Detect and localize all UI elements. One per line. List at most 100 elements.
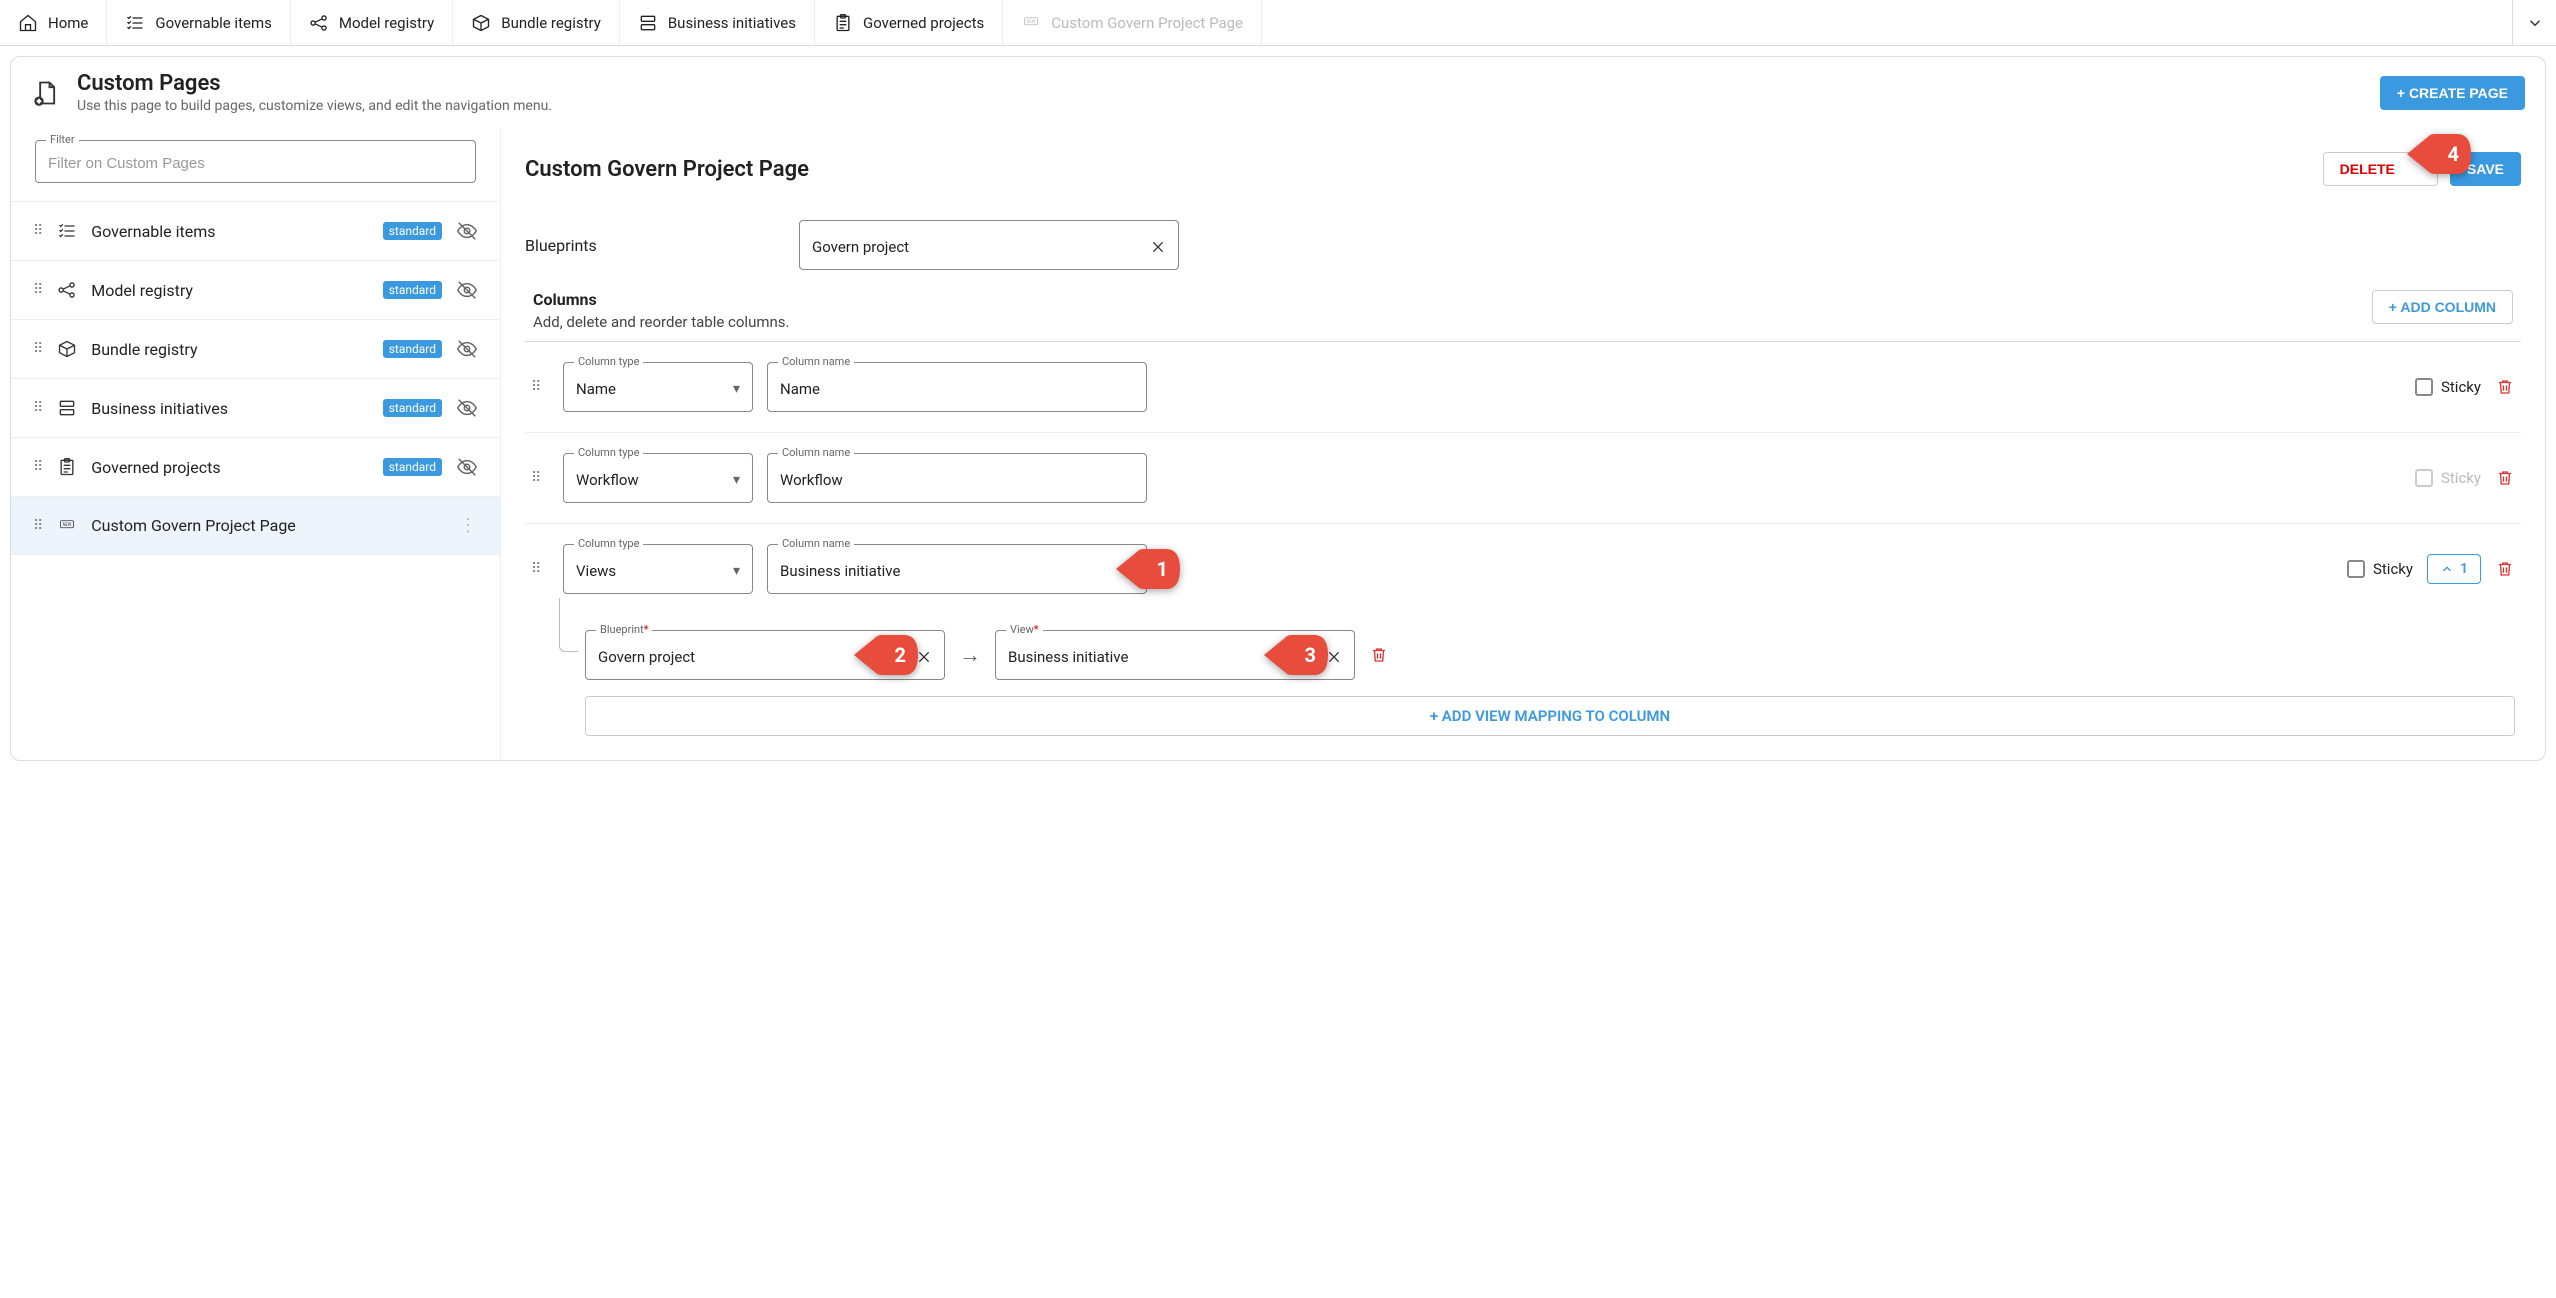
column-type-select[interactable]: Column type Name ▾	[563, 362, 753, 412]
blueprints-select[interactable]: Govern project	[799, 220, 1179, 270]
drag-handle-icon[interactable]: ⠿	[531, 470, 549, 486]
card-header: Custom Pages Use this page to build page…	[11, 57, 2545, 128]
rows-icon	[638, 13, 658, 33]
nav-governed-projects[interactable]: Governed projects	[815, 0, 1003, 45]
nodes-icon	[57, 280, 77, 300]
expand-toggle[interactable]: 1	[2427, 554, 2481, 584]
page-row-label: Custom Govern Project Page	[91, 516, 444, 535]
nav-model-registry[interactable]: Model registry	[291, 0, 453, 45]
page-row-custom-govern-project-page[interactable]: ⠿ NEW Custom Govern Project Page ⋮	[11, 497, 500, 555]
sticky-label: Sticky	[2441, 378, 2481, 396]
drag-handle-icon[interactable]: ⠿	[33, 282, 43, 298]
page-row-governable-items[interactable]: ⠿ Governable items standard	[11, 202, 500, 261]
page-row-label: Governed projects	[91, 458, 368, 477]
eye-off-icon[interactable]	[456, 338, 478, 360]
delete-column-icon[interactable]	[2495, 559, 2515, 579]
drag-handle-icon[interactable]: ⠿	[531, 561, 549, 577]
page-row-governed-projects[interactable]: ⠿ Governed projects standard	[11, 438, 500, 497]
list-check-icon	[125, 13, 145, 33]
nav-governable-items[interactable]: Governable items	[107, 0, 290, 45]
drag-handle-icon[interactable]: ⠿	[33, 518, 43, 534]
mapping-blueprint-select[interactable]: Blueprint* Govern project 2	[585, 630, 945, 680]
standard-badge: standard	[383, 340, 442, 358]
page-row-label: Bundle registry	[91, 340, 368, 359]
standard-badge: standard	[383, 399, 442, 417]
nav-label: Business initiatives	[668, 14, 796, 32]
add-column-button[interactable]: + ADD COLUMN	[2372, 290, 2513, 324]
page-row-label: Business initiatives	[91, 399, 368, 418]
delete-mapping-icon[interactable]	[1369, 645, 1389, 665]
mapping-view-select[interactable]: View* Business initiative 3	[995, 630, 1355, 680]
column-type-select[interactable]: Column type Workflow ▾	[563, 453, 753, 503]
nav-bundle-registry[interactable]: Bundle registry	[453, 0, 620, 45]
drag-handle-icon[interactable]: ⠿	[33, 341, 43, 357]
more-icon[interactable]: ⋮	[458, 515, 478, 536]
nav-label: Home	[48, 14, 88, 32]
pages-sidebar: Filter ⠿ Governable items standard	[11, 128, 501, 760]
eye-off-icon[interactable]	[456, 220, 478, 242]
column-name-input[interactable]: Column name Workflow	[767, 453, 1147, 503]
page-row-bundle-registry[interactable]: ⠿ Bundle registry standard	[11, 320, 500, 379]
page-row-label: Model registry	[91, 281, 368, 300]
columns-subtitle: Add, delete and reorder table columns.	[533, 313, 2372, 331]
standard-badge: standard	[383, 222, 442, 240]
drag-handle-icon[interactable]: ⠿	[33, 400, 43, 416]
clear-icon[interactable]	[1150, 239, 1166, 255]
nav-home[interactable]: Home	[0, 0, 107, 45]
nav-label: Governed projects	[863, 14, 984, 32]
column-row: ⠿ Column type Views ▾ Column name Busine…	[525, 524, 2521, 614]
delete-button[interactable]: DELETE	[2323, 152, 2438, 186]
cube-icon	[57, 339, 77, 359]
page-row-label: Governable items	[91, 222, 368, 241]
chevron-down-icon	[2526, 14, 2544, 32]
clipboard-icon	[833, 13, 853, 33]
clear-icon[interactable]	[916, 649, 932, 665]
list-check-icon	[57, 221, 77, 241]
sticky-label: Sticky	[2441, 469, 2481, 487]
drag-handle-icon[interactable]: ⠿	[33, 223, 43, 239]
standard-badge: standard	[383, 281, 442, 299]
blueprints-label: Blueprints	[525, 236, 775, 255]
svg-text:NEW: NEW	[1027, 19, 1036, 24]
nav-business-initiatives[interactable]: Business initiatives	[620, 0, 815, 45]
column-name-input[interactable]: Column name Name	[767, 362, 1147, 412]
drag-handle-icon[interactable]: ⠿	[531, 379, 549, 395]
eye-off-icon[interactable]	[456, 456, 478, 478]
page-subtitle: Use this page to build pages, customize …	[77, 98, 2364, 114]
save-button[interactable]: SAVE	[2450, 152, 2521, 186]
column-type-select[interactable]: Column type Views ▾	[563, 544, 753, 594]
page-plus-icon	[31, 78, 61, 108]
clear-icon[interactable]	[1326, 649, 1342, 665]
sticky-label: Sticky	[2373, 560, 2413, 578]
nav-custom-govern-project-page[interactable]: NEW Custom Govern Project Page	[1003, 0, 1262, 45]
column-name-input[interactable]: Column name Business initiative 1	[767, 544, 1147, 594]
sticky-checkbox	[2415, 469, 2433, 487]
nav-more-dropdown[interactable]	[2512, 0, 2556, 45]
create-page-button[interactable]: + CREATE PAGE	[2380, 76, 2525, 110]
drag-handle-icon[interactable]: ⠿	[33, 459, 43, 475]
nodes-icon	[309, 13, 329, 33]
page-list: ⠿ Governable items standard ⠿	[11, 201, 500, 555]
view-mapping-row: Blueprint* Govern project 2 →	[525, 614, 2521, 690]
sticky-checkbox[interactable]	[2415, 378, 2433, 396]
standard-badge: standard	[383, 458, 442, 476]
column-row: ⠿ Column type Workflow ▾ Column name Wor…	[525, 433, 2521, 524]
filter-input[interactable]	[48, 155, 463, 172]
page-row-business-initiatives[interactable]: ⠿ Business initiatives standard	[11, 379, 500, 438]
filter-label: Filter	[46, 133, 79, 146]
page-detail: Custom Govern Project Page DELETE SAVE 4…	[501, 128, 2545, 760]
eye-off-icon[interactable]	[456, 397, 478, 419]
delete-column-icon[interactable]	[2495, 468, 2515, 488]
delete-column-icon[interactable]	[2495, 377, 2515, 397]
nav-label: Bundle registry	[501, 14, 601, 32]
sticky-checkbox[interactable]	[2347, 560, 2365, 578]
home-icon	[18, 13, 38, 33]
filter-field[interactable]: Filter	[35, 140, 476, 183]
add-view-mapping-button[interactable]: + ADD VIEW MAPPING TO COLUMN	[585, 696, 2515, 736]
clipboard-icon	[57, 457, 77, 477]
chevron-down-icon: ▾	[733, 472, 740, 488]
nav-label: Governable items	[155, 14, 271, 32]
eye-off-icon[interactable]	[456, 279, 478, 301]
page-row-model-registry[interactable]: ⠿ Model registry standard	[11, 261, 500, 320]
new-icon: NEW	[1021, 13, 1041, 33]
